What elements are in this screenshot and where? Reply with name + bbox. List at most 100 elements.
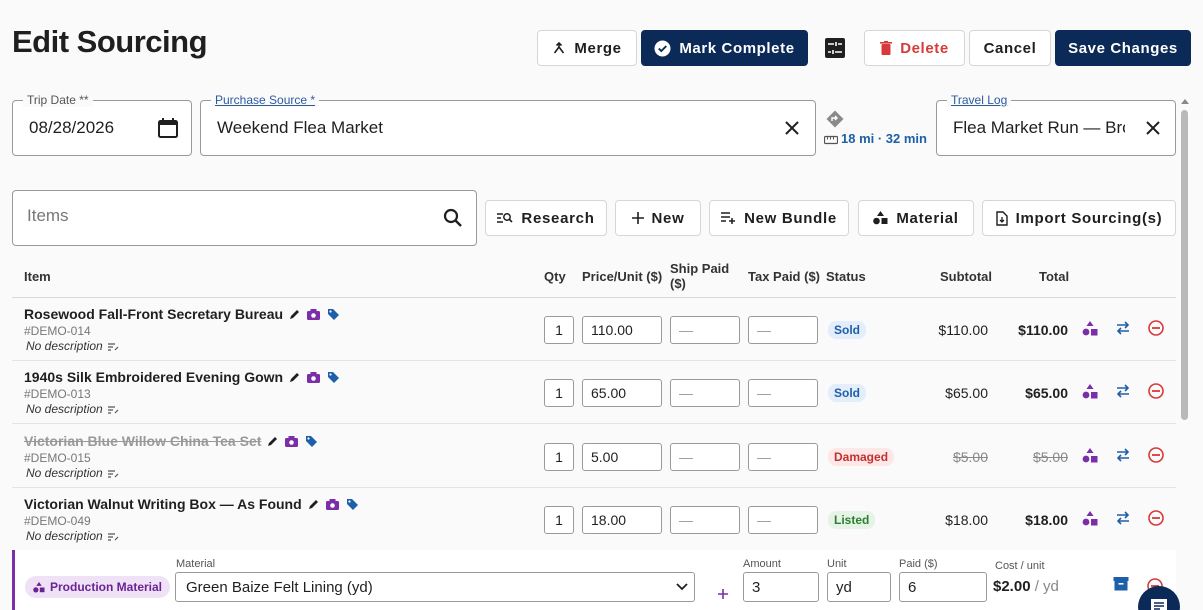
remove-circle-icon[interactable] — [1148, 447, 1164, 463]
edit-notes-icon[interactable] — [107, 405, 119, 414]
price-input[interactable]: 18.00 — [582, 506, 662, 534]
swap-arrows-icon[interactable] — [1115, 511, 1131, 525]
ship-paid-input[interactable]: — — [670, 443, 740, 471]
swap-arrows-icon[interactable] — [1115, 448, 1131, 462]
shapes-material-icon[interactable] — [1082, 447, 1098, 463]
items-search-input[interactable] — [27, 206, 427, 226]
material-select[interactable]: Green Baize Felt Lining (yd) — [175, 572, 695, 602]
research-button[interactable]: Research — [485, 200, 607, 236]
tax-paid-input[interactable]: — — [748, 379, 818, 407]
purchase-source-field[interactable]: Purchase Source * Weekend Flea Market — [200, 93, 816, 156]
search-icon[interactable] — [443, 208, 463, 233]
status-badge[interactable]: Sold — [828, 384, 866, 402]
tax-paid-input[interactable]: — — [748, 443, 818, 471]
amount-label: Amount — [743, 558, 781, 570]
edit-notes-icon[interactable] — [107, 469, 119, 478]
shapes-material-icon[interactable] — [1082, 320, 1098, 336]
ship-paid-input[interactable]: — — [670, 316, 740, 344]
col-item[interactable]: Item — [24, 269, 51, 284]
swap-arrows-icon[interactable] — [1115, 321, 1131, 335]
new-item-button[interactable]: New — [615, 200, 701, 236]
items-search-box[interactable] — [12, 190, 477, 246]
item-description: No description — [26, 339, 119, 353]
add-plus-icon[interactable] — [717, 588, 729, 600]
paid-input[interactable]: 6 — [899, 572, 987, 602]
swap-arrows-icon[interactable] — [1115, 384, 1131, 398]
col-qty[interactable]: Qty — [544, 269, 566, 284]
cancel-label: Cancel — [983, 39, 1037, 57]
edit-pencil-icon[interactable] — [289, 372, 300, 383]
qty-input[interactable]: 1 — [544, 316, 574, 344]
camera-icon[interactable] — [306, 371, 321, 384]
directions-icon — [826, 110, 844, 128]
import-sourcing-button[interactable]: Import Sourcing(s) — [982, 200, 1176, 236]
col-status[interactable]: Status — [826, 269, 866, 284]
price-input[interactable]: 5.00 — [582, 443, 662, 471]
trip-date-value: 08/28/2026 — [29, 118, 115, 137]
item-name[interactable]: Victorian Walnut Writing Box — As Found — [24, 496, 302, 512]
qty-input[interactable]: 1 — [544, 379, 574, 407]
remove-circle-icon[interactable] — [1148, 383, 1164, 399]
tag-icon[interactable] — [327, 371, 340, 384]
qty-input[interactable]: 1 — [544, 443, 574, 471]
trip-date-field[interactable]: Trip Date ** 08/28/2026 — [12, 93, 192, 156]
camera-icon[interactable] — [325, 498, 340, 511]
ship-paid-input[interactable]: — — [670, 506, 740, 534]
shapes-material-icon[interactable] — [1082, 510, 1098, 526]
tag-icon[interactable] — [305, 435, 318, 448]
purchase-source-label[interactable]: Purchase Source * — [211, 93, 320, 107]
adjust-settings-icon[interactable] — [824, 37, 846, 64]
price-input[interactable]: 65.00 — [582, 379, 662, 407]
chat-icon — [1151, 599, 1167, 610]
cancel-button[interactable]: Cancel — [969, 30, 1051, 66]
item-name[interactable]: 1940s Silk Embroidered Evening Gown — [24, 369, 283, 385]
shapes-material-icon[interactable] — [1082, 383, 1098, 399]
travel-log-field[interactable]: Travel Log Flea Market Run — Bro — [936, 93, 1176, 156]
col-ship-line1[interactable]: Ship Paid — [670, 261, 729, 276]
new-bundle-button[interactable]: New Bundle — [709, 200, 849, 236]
tax-paid-input[interactable]: — — [748, 316, 818, 344]
camera-icon[interactable] — [306, 308, 321, 321]
item-name[interactable]: Rosewood Fall-Front Secretary Bureau — [24, 306, 283, 322]
clear-source-icon[interactable] — [784, 120, 800, 141]
merge-button[interactable]: Merge — [537, 30, 637, 66]
edit-pencil-icon[interactable] — [289, 309, 300, 320]
tax-paid-input[interactable]: — — [748, 506, 818, 534]
remove-circle-icon[interactable] — [1148, 320, 1164, 336]
col-tax[interactable]: Tax Paid ($) — [748, 269, 820, 284]
edit-pencil-icon[interactable] — [308, 499, 319, 510]
edit-notes-icon[interactable] — [107, 342, 119, 351]
production-material-label: Production Material — [50, 580, 163, 594]
qty-input[interactable]: 1 — [544, 506, 574, 534]
material-button[interactable]: Material — [858, 200, 974, 236]
status-badge[interactable]: Listed — [828, 511, 876, 529]
camera-icon[interactable] — [284, 435, 299, 448]
col-price[interactable]: Price/Unit ($) — [582, 269, 662, 284]
archive-icon[interactable] — [1113, 576, 1129, 591]
calendar-icon[interactable] — [157, 117, 179, 144]
unit-input[interactable]: yd — [827, 572, 891, 602]
tag-icon[interactable] — [346, 498, 359, 511]
price-input[interactable]: 110.00 — [582, 316, 662, 344]
scrollbar-thumb[interactable] — [1181, 110, 1188, 420]
travel-log-label[interactable]: Travel Log — [947, 93, 1012, 107]
col-ship-line2: ($) — [670, 276, 686, 291]
remove-circle-icon[interactable] — [1148, 510, 1164, 526]
amount-input[interactable]: 3 — [743, 572, 819, 602]
mark-complete-button[interactable]: Mark Complete — [641, 30, 808, 66]
tag-icon[interactable] — [327, 308, 340, 321]
item-name[interactable]: Victorian Blue Willow China Tea Set — [24, 433, 261, 449]
col-subtotal[interactable]: Subtotal — [940, 269, 992, 284]
clear-travel-log-icon[interactable] — [1145, 120, 1161, 141]
delete-button[interactable]: Delete — [864, 30, 965, 66]
status-badge[interactable]: Damaged — [828, 448, 895, 466]
playlist-add-icon — [721, 212, 736, 224]
status-badge[interactable]: Sold — [828, 321, 866, 339]
scroll-up-arrow-icon[interactable] — [1181, 98, 1189, 104]
edit-notes-icon[interactable] — [107, 532, 119, 541]
ship-paid-input[interactable]: — — [670, 379, 740, 407]
col-total[interactable]: Total — [1039, 269, 1069, 284]
vertical-scrollbar[interactable] — [1179, 98, 1189, 610]
edit-pencil-icon[interactable] — [267, 436, 278, 447]
save-changes-button[interactable]: Save Changes — [1055, 30, 1191, 66]
